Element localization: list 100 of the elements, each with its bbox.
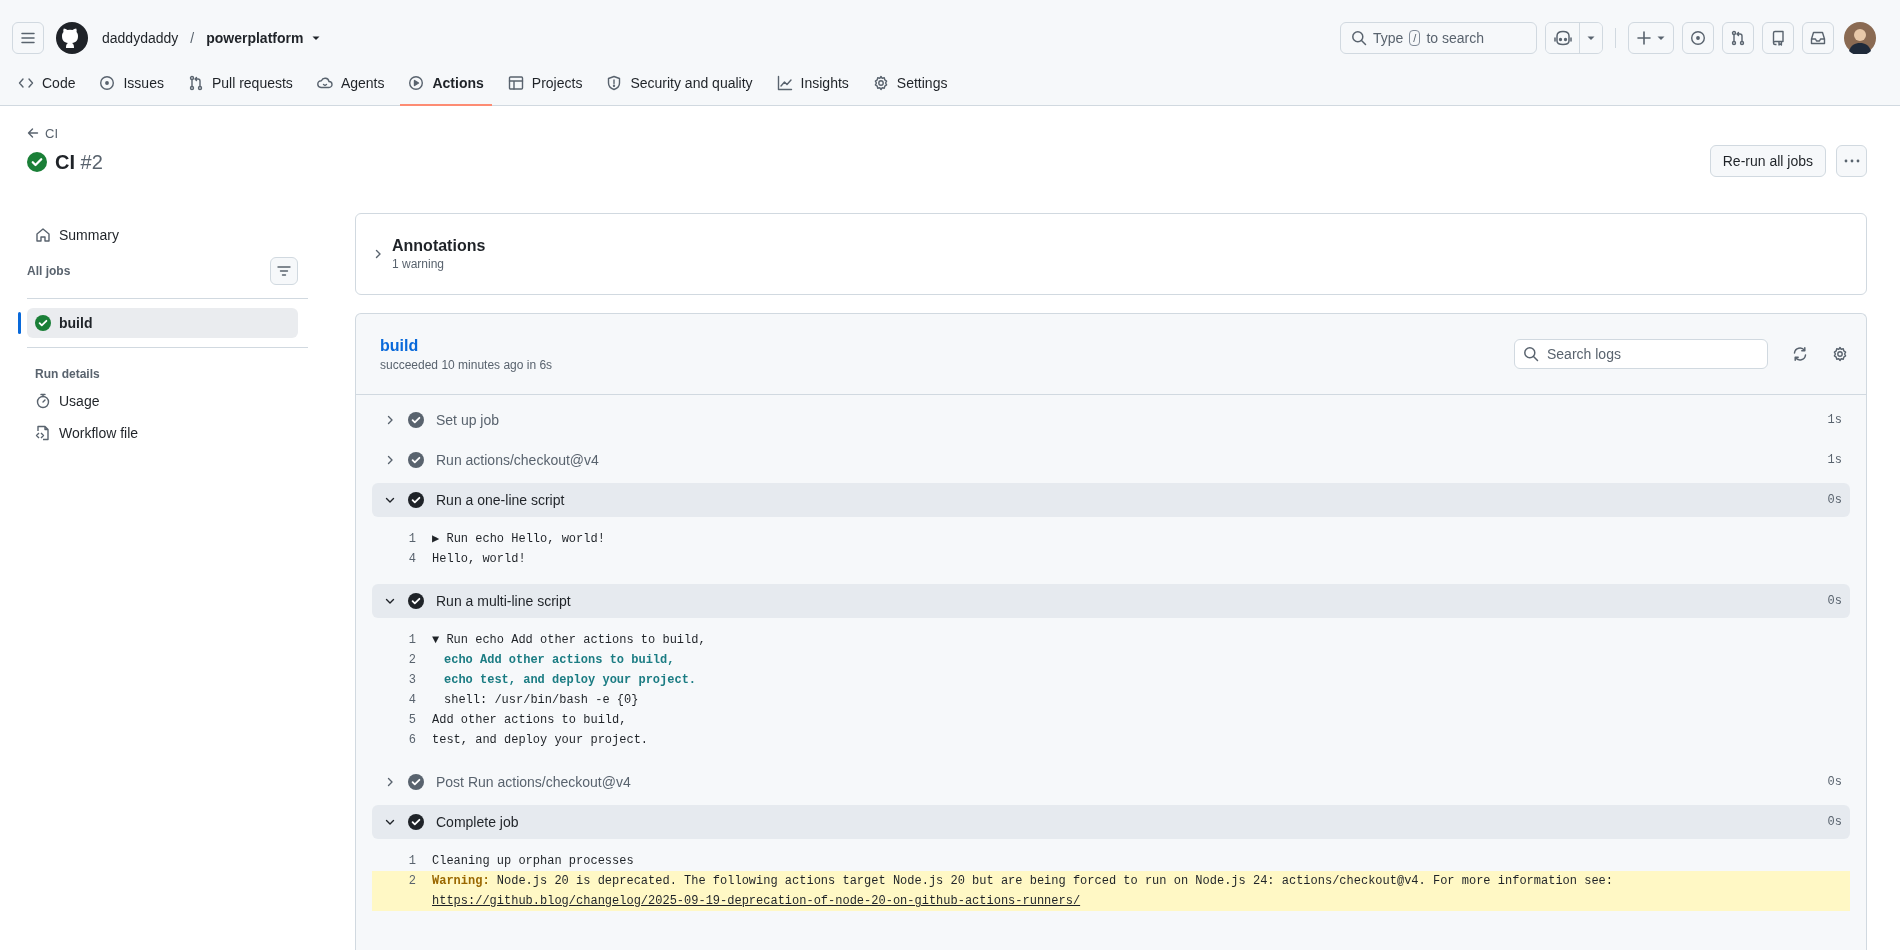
line-number: 1 bbox=[407, 632, 417, 649]
nav-tab[interactable]: Security and quality bbox=[598, 62, 761, 106]
line-number: 1 bbox=[407, 853, 417, 870]
search-icon bbox=[1351, 30, 1367, 46]
nav-tab[interactable]: Pull requests bbox=[179, 62, 301, 106]
job-link[interactable]: build bbox=[27, 308, 298, 338]
line-number: 2 bbox=[407, 652, 417, 669]
repo-link[interactable]: powerplatform bbox=[206, 30, 304, 46]
run-title: CI #2 bbox=[55, 150, 103, 174]
log-text: Add other actions to build, bbox=[432, 712, 627, 729]
cat-logo-icon[interactable] bbox=[56, 22, 88, 54]
repositories-button[interactable] bbox=[1762, 22, 1794, 54]
step-header[interactable]: Run a one-line script 0s bbox=[372, 483, 1850, 517]
graph-icon bbox=[776, 75, 793, 91]
sidebar-link[interactable]: Workflow file bbox=[27, 417, 308, 449]
nav-tab[interactable]: Issues bbox=[91, 62, 172, 106]
step-name[interactable]: Run a one-line script bbox=[436, 492, 1816, 508]
book-icon bbox=[1770, 30, 1786, 46]
step-duration: 0s bbox=[1827, 594, 1842, 608]
nav-tab[interactable]: Projects bbox=[499, 62, 591, 106]
settings-icon[interactable] bbox=[1832, 346, 1848, 362]
summary-link[interactable]: Summary bbox=[27, 219, 308, 251]
robot-icon bbox=[1553, 30, 1572, 46]
line-number: 6 bbox=[407, 732, 417, 749]
log-link[interactable]: https://github.blog/changelog/2025-09-19-deprecation-of-node-20-on-github-actions-runners/ bbox=[432, 891, 1081, 911]
search-field[interactable]: Type / to search bbox=[1340, 22, 1537, 54]
back-link[interactable]: CI bbox=[27, 123, 103, 143]
log-text: shell: /usr/bin/bash -e {0} bbox=[444, 692, 639, 709]
job-title[interactable]: build bbox=[380, 336, 1498, 355]
menu-button[interactable] bbox=[12, 22, 44, 54]
filter-icon bbox=[277, 265, 291, 277]
nav-tab[interactable]: Actions bbox=[400, 62, 492, 106]
line-number: 5 bbox=[407, 712, 417, 729]
line-number: 1 bbox=[407, 531, 417, 548]
step-duration: 0s bbox=[1827, 493, 1842, 507]
issues-button[interactable] bbox=[1682, 22, 1714, 54]
gear-icon bbox=[872, 75, 889, 91]
search-hint: to search bbox=[1426, 30, 1484, 46]
nav-tab[interactable]: Code bbox=[10, 62, 84, 106]
log-text: Warning: Node.js 20 is deprecated. The following actions target Node.js 20 but are being forced to run on Node.js 24: actions/checkout@v4. For more information see: bbox=[432, 873, 1613, 890]
search-hint: Type bbox=[1373, 30, 1404, 46]
inbox-button[interactable] bbox=[1802, 22, 1834, 54]
nav-tab[interactable]: Settings bbox=[864, 62, 956, 106]
success-icon bbox=[35, 315, 51, 331]
rerun-button[interactable]: Re-run all jobs bbox=[1709, 145, 1826, 177]
step-duration: 0s bbox=[1827, 815, 1842, 829]
line-number: 3 bbox=[407, 672, 417, 689]
annotations-count: 1 warning bbox=[392, 257, 446, 271]
step-name[interactable]: Complete job bbox=[436, 814, 1816, 830]
step-name[interactable]: Run actions/checkout@v4 bbox=[436, 452, 1816, 468]
sidebar-link[interactable]: Usage bbox=[27, 385, 308, 417]
job-status-text: succeeded 10 minutes ago in 6s bbox=[380, 357, 554, 372]
step-header[interactable]: Run a multi-line script 0s bbox=[372, 584, 1850, 618]
section-heading: Run details bbox=[34, 366, 101, 383]
issue-icon bbox=[1690, 30, 1706, 46]
owner-link[interactable]: daddydaddy bbox=[102, 30, 179, 46]
pull-request-icon bbox=[1730, 30, 1746, 46]
pull-request-icon bbox=[187, 75, 204, 91]
success-icon bbox=[408, 593, 424, 609]
table-icon bbox=[507, 75, 524, 91]
log-text: echo Add other actions to build, bbox=[444, 652, 675, 669]
section-heading: All jobs bbox=[27, 264, 71, 278]
line-number: 4 bbox=[407, 692, 417, 709]
avatar[interactable] bbox=[1844, 22, 1876, 54]
pull-requests-button[interactable] bbox=[1722, 22, 1754, 54]
log-text: ▼ Run echo Add other actions to build, bbox=[432, 632, 706, 649]
step-header[interactable]: Complete job 0s bbox=[372, 805, 1850, 839]
search-logs-field[interactable]: Search logs bbox=[1514, 339, 1768, 369]
copilot-button[interactable] bbox=[1546, 23, 1580, 53]
annotations-title[interactable]: Annotations bbox=[392, 237, 486, 255]
step-duration: 0s bbox=[1827, 775, 1842, 789]
step-name[interactable]: Set up job bbox=[436, 412, 1816, 428]
success-icon bbox=[27, 152, 47, 172]
step-duration: 1s bbox=[1827, 413, 1842, 427]
line-number: 2 bbox=[407, 873, 417, 890]
success-icon bbox=[408, 452, 424, 468]
step-name[interactable]: Post Run actions/checkout@v4 bbox=[436, 774, 1816, 790]
step-duration: 1s bbox=[1827, 453, 1842, 467]
active-indicator bbox=[18, 312, 21, 334]
keyboard-key: / bbox=[1409, 30, 1421, 46]
shield-icon bbox=[606, 75, 623, 91]
step-name[interactable]: Run a multi-line script bbox=[436, 593, 1816, 609]
path-separator: / bbox=[190, 30, 195, 46]
issue-icon bbox=[99, 75, 116, 91]
refresh-icon[interactable] bbox=[1792, 346, 1808, 362]
log-text: Hello, world! bbox=[432, 551, 526, 568]
success-icon bbox=[408, 774, 424, 790]
filter-button[interactable] bbox=[270, 257, 298, 285]
nav-tab[interactable]: Agents bbox=[308, 62, 393, 106]
create-button[interactable] bbox=[1628, 22, 1674, 54]
success-icon bbox=[408, 412, 424, 428]
home-icon bbox=[35, 227, 51, 243]
search-icon bbox=[1523, 346, 1539, 362]
nav-tab[interactable]: Insights bbox=[768, 62, 857, 106]
arrow-left-icon bbox=[27, 127, 39, 139]
line-number: 4 bbox=[407, 551, 417, 568]
ellipsis-icon bbox=[1843, 159, 1860, 163]
file-code-icon bbox=[35, 425, 51, 441]
success-icon bbox=[408, 814, 424, 830]
stopwatch-icon bbox=[35, 393, 51, 409]
